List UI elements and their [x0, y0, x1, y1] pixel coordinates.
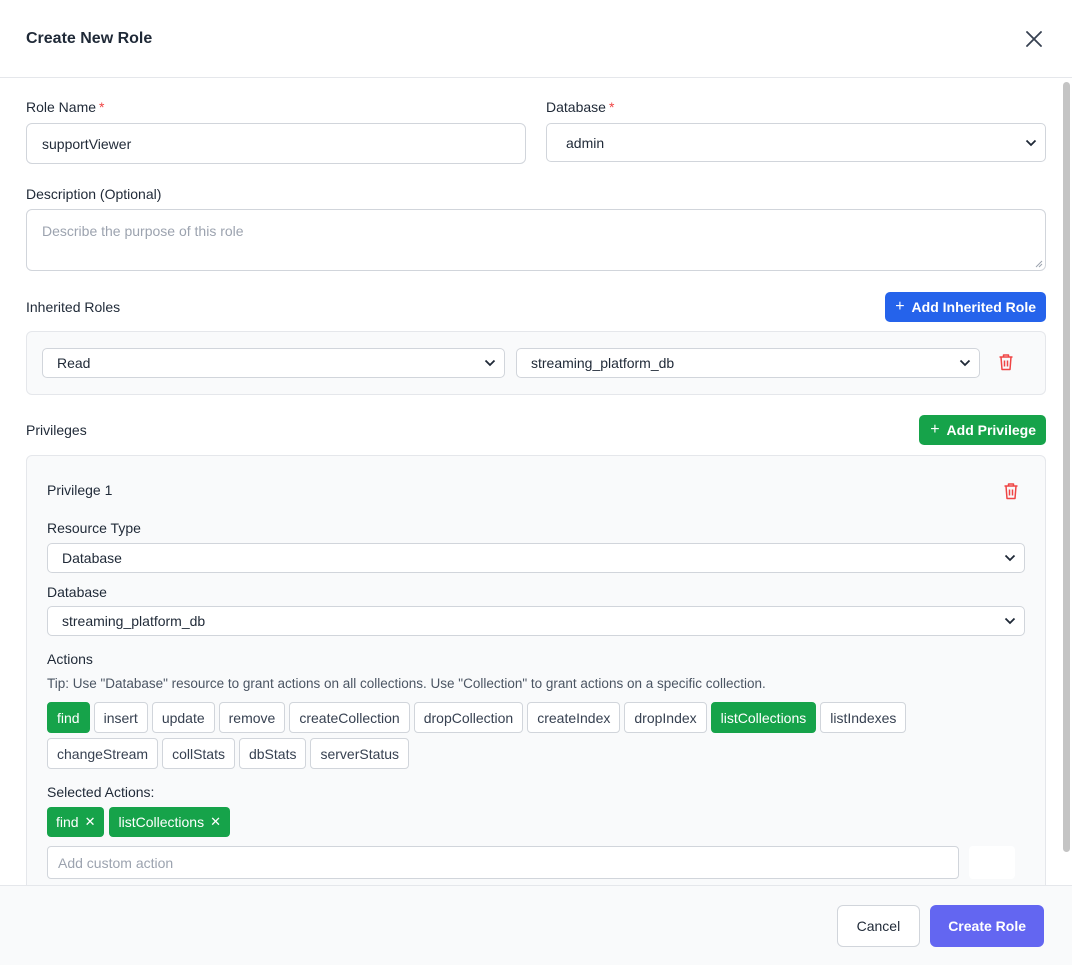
action-chip-dbStats[interactable]: dbStats [238, 738, 307, 769]
privilege-database-label: Database [47, 584, 107, 600]
inherited-role-select[interactable]: Read [42, 348, 505, 378]
scrollbar[interactable] [1063, 82, 1070, 852]
resource-type-label: Resource Type [47, 520, 141, 536]
description-label: Description (Optional) [26, 186, 162, 202]
privilege-database-select[interactable]: streaming_platform_db [47, 606, 1025, 636]
action-chip-createCollection[interactable]: createCollection [289, 702, 410, 733]
action-chip-remove[interactable]: remove [218, 702, 286, 733]
remove-x-icon[interactable]: ✕ [85, 814, 96, 830]
trash-icon [999, 353, 1013, 370]
chevron-down-icon [1004, 554, 1016, 562]
privilege-database-value: streaming_platform_db [62, 613, 206, 629]
action-chip-collStats[interactable]: collStats [162, 738, 235, 769]
action-chip-listCollections[interactable]: listCollections [710, 702, 817, 733]
privilege-card-header: Privilege 1 [47, 476, 1025, 503]
role-name-value: supportViewer [42, 135, 132, 152]
role-name-label: Role Name * [26, 99, 105, 115]
privilege-card: Privilege 1 Resource Type Database Datab… [26, 455, 1046, 885]
description-textarea[interactable]: Describe the purpose of this role [26, 209, 1046, 271]
action-chip-dropCollection[interactable]: dropCollection [413, 702, 524, 733]
add-custom-action-button[interactable] [969, 846, 1015, 879]
modal-footer: Cancel Create Role [0, 885, 1072, 965]
action-chip-changeStream[interactable]: changeStream [47, 738, 159, 769]
actions-list: find insert update remove createCollection dr… [47, 702, 977, 774]
inherited-role-row: Read streaming_platform_db [26, 331, 1046, 395]
action-chip-insert[interactable]: insert [93, 702, 148, 733]
action-chip-createIndex[interactable]: createIndex [527, 702, 621, 733]
action-chip-dropIndex[interactable]: dropIndex [624, 702, 707, 733]
add-inherited-role-button[interactable]: + Add Inherited Role [885, 292, 1046, 322]
privilege-title: Privilege 1 [47, 481, 113, 498]
name-db-row: Role Name * supportViewer Database * admin [26, 99, 1046, 164]
custom-action-input[interactable]: Add custom action [47, 846, 959, 879]
description-group: Description (Optional) Describe the purp… [26, 186, 1046, 271]
action-chip-update[interactable]: update [151, 702, 215, 733]
privileges-header: Privileges + Add Privilege [26, 415, 1046, 445]
modal-title: Create New Role [26, 29, 153, 47]
chevron-down-icon [1004, 617, 1016, 625]
inherited-roles-label: Inherited Roles [26, 299, 121, 315]
selected-action-listCollections: listCollections ✕ [109, 807, 230, 837]
add-privilege-button[interactable]: + Add Privilege [919, 415, 1046, 445]
inherited-role-value: Read [57, 355, 91, 371]
chevron-down-icon [959, 359, 971, 367]
action-chip-find[interactable]: find [47, 702, 90, 733]
modal-header: Create New Role [0, 0, 1072, 78]
plus-icon: + [895, 298, 905, 315]
database-select-value: admin [566, 134, 605, 151]
add-privilege-label: Add Privilege [946, 422, 1036, 438]
create-role-modal: Create New Role Role Name * supportViewer… [0, 0, 1072, 965]
close-button[interactable] [1022, 27, 1046, 51]
remove-inherited-role-button[interactable] [998, 353, 1014, 374]
actions-label: Actions [47, 651, 93, 667]
privileges-label: Privileges [26, 422, 87, 438]
database-group: Database * admin [546, 99, 1046, 164]
inherited-roles-header: Inherited Roles + Add Inherited Role [26, 292, 1046, 322]
remove-x-icon[interactable]: ✕ [210, 814, 221, 830]
selected-action-label: find [56, 814, 79, 830]
action-chip-listIndexes[interactable]: listIndexes [820, 702, 907, 733]
selected-action-find: find ✕ [47, 807, 105, 837]
inherited-role-database-value: streaming_platform_db [531, 355, 675, 371]
role-name-input[interactable]: supportViewer [26, 123, 526, 164]
actions-tip: Tip: Use "Database" resource to grant ac… [47, 676, 766, 691]
resize-handle-icon[interactable] [1035, 260, 1043, 268]
selected-actions-label: Selected Actions: [47, 784, 155, 800]
selected-action-label: listCollections [118, 814, 205, 830]
selected-actions-list: find ✕ listCollections ✕ [47, 807, 1025, 837]
cancel-button[interactable]: Cancel [836, 904, 921, 947]
modal-body: Role Name * supportViewer Database * admin… [0, 78, 1072, 885]
custom-action-placeholder: Add custom action [58, 854, 174, 871]
role-name-group: Role Name * supportViewer [26, 99, 526, 164]
custom-action-row: Add custom action [47, 846, 1025, 879]
database-label: Database * [546, 99, 615, 115]
resource-type-value: Database [62, 550, 122, 566]
chevron-down-icon [484, 359, 496, 367]
trash-icon [1004, 483, 1018, 500]
add-inherited-role-label: Add Inherited Role [911, 299, 1036, 315]
database-select[interactable]: admin [546, 123, 1046, 162]
description-placeholder: Describe the purpose of this role [42, 223, 244, 239]
plus-icon: + [930, 421, 940, 438]
resource-type-select[interactable]: Database [47, 543, 1025, 573]
create-role-button[interactable]: Create Role [930, 904, 1044, 947]
action-chip-serverStatus[interactable]: serverStatus [310, 738, 410, 769]
inherited-role-database-select[interactable]: streaming_platform_db [516, 348, 980, 378]
remove-privilege-button[interactable] [1003, 482, 1019, 503]
close-icon [1026, 30, 1042, 47]
chevron-down-icon [1025, 139, 1037, 146]
